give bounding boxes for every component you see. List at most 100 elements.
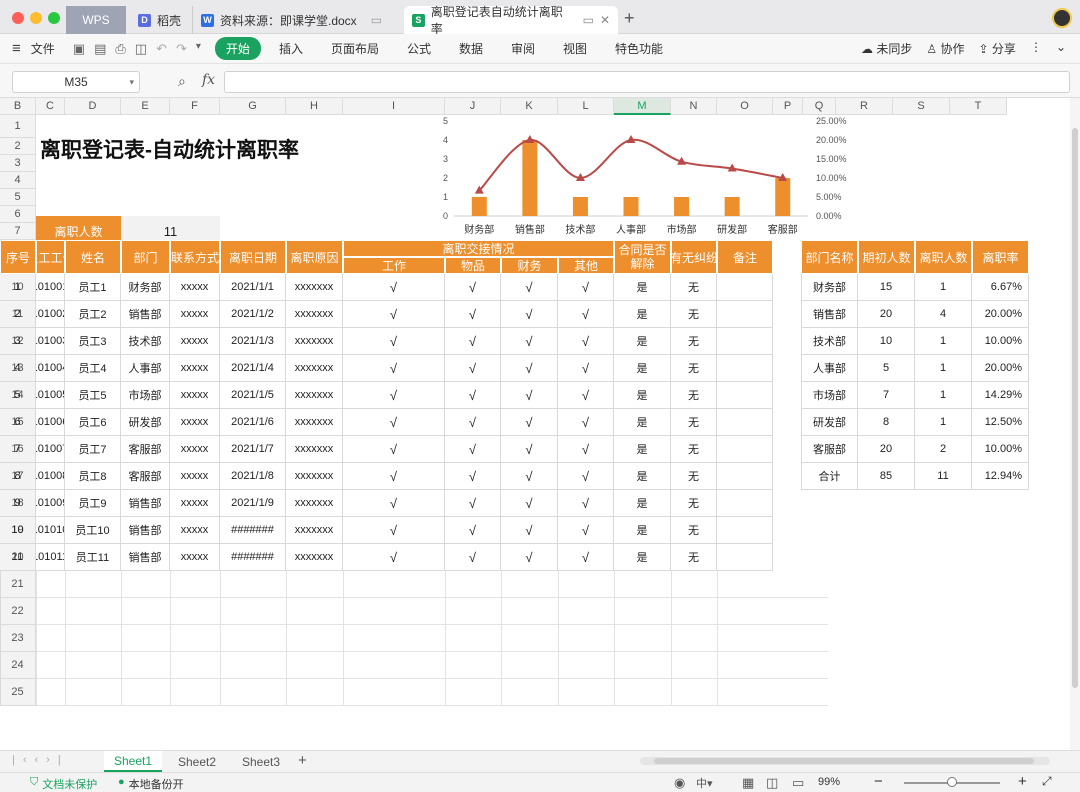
ribbon-tab-1[interactable]: 页面布局	[317, 40, 393, 57]
ribbon-tab-5[interactable]: 视图	[549, 40, 601, 57]
avatar[interactable]	[1052, 8, 1072, 28]
table-cell[interactable]: xxxxx	[170, 490, 220, 517]
column-header-F[interactable]: F	[170, 98, 220, 115]
summary-cell[interactable]: 20	[858, 436, 915, 463]
table-cell[interactable]: xxxxxxx	[286, 517, 343, 544]
table-cell[interactable]: √	[445, 490, 501, 517]
tab-docx[interactable]: W 资料来源：即课学堂.docx ▭	[192, 6, 402, 34]
row-header-21[interactable]: 21	[0, 571, 36, 598]
table-cell[interactable]: xxxxxxx	[286, 463, 343, 490]
table-cell[interactable]: 无	[671, 274, 717, 301]
zoom-in-icon[interactable]: +	[1018, 773, 1027, 790]
table-cell[interactable]: 无	[671, 463, 717, 490]
minimize-window-button[interactable]	[30, 12, 42, 24]
table-cell[interactable]: 2021/1/4	[220, 355, 286, 382]
table-cell[interactable]: xxxxxxx	[286, 409, 343, 436]
summary-cell[interactable]: 1	[915, 355, 972, 382]
share-button[interactable]: ⇪ 分享	[979, 40, 1016, 57]
table-cell[interactable]	[717, 355, 773, 382]
table-cell[interactable]: 无	[671, 490, 717, 517]
scroll-thumb[interactable]	[654, 758, 1034, 764]
tab-wps[interactable]: WPS	[66, 6, 126, 34]
table-cell[interactable]: 1	[0, 274, 36, 301]
table-cell[interactable]: 是	[614, 274, 671, 301]
table-cell[interactable]: 8	[0, 463, 36, 490]
table-cell[interactable]: √	[558, 490, 614, 517]
table-cell[interactable]	[717, 490, 773, 517]
table-cell[interactable]: √	[501, 382, 558, 409]
summary-cell[interactable]: 1	[915, 274, 972, 301]
summary-cell[interactable]: 12.50%	[972, 409, 1029, 436]
undo-icon[interactable]: ↶	[156, 41, 167, 57]
table-cell[interactable]: 市场部	[121, 382, 170, 409]
table-cell[interactable]: xxxxxxx	[286, 436, 343, 463]
table-cell[interactable]: √	[445, 463, 501, 490]
table-cell[interactable]: 101002	[36, 301, 65, 328]
table-cell[interactable]: √	[445, 382, 501, 409]
table-cell[interactable]: 2021/1/6	[220, 409, 286, 436]
row-header-4[interactable]: 4	[0, 172, 36, 189]
table-cell[interactable]: 101006	[36, 409, 65, 436]
page-view-icon[interactable]: ◫	[766, 775, 778, 791]
row-header-2[interactable]: 2	[0, 138, 36, 155]
table-cell[interactable]: #######	[220, 517, 286, 544]
summary-cell[interactable]: 市场部	[801, 382, 858, 409]
normal-view-icon[interactable]: ▦	[742, 775, 754, 791]
summary-cell[interactable]: 10	[858, 328, 915, 355]
row-header-6[interactable]: 6	[0, 206, 36, 223]
close-tab-icon[interactable]: ✕	[600, 13, 610, 27]
table-cell[interactable]: √	[558, 409, 614, 436]
fullscreen-icon[interactable]: ⤢	[1042, 774, 1052, 789]
table-cell[interactable]: 2021/1/5	[220, 382, 286, 409]
table-cell[interactable]: xxxxx	[170, 301, 220, 328]
summary-cell[interactable]: 合计	[801, 463, 858, 490]
table-cell[interactable]: √	[343, 301, 445, 328]
hamburger-icon[interactable]: ≡	[12, 40, 21, 57]
table-cell[interactable]: 员工7	[65, 436, 121, 463]
summary-cell[interactable]: 1	[915, 328, 972, 355]
table-cell[interactable]	[717, 544, 773, 571]
summary-cell[interactable]: 20	[858, 301, 915, 328]
zoom-slider-handle[interactable]	[947, 777, 957, 787]
table-cell[interactable]: √	[558, 328, 614, 355]
table-cell[interactable]: √	[445, 274, 501, 301]
file-menu[interactable]: 文件	[21, 40, 69, 57]
table-cell[interactable]: 无	[671, 301, 717, 328]
table-cell[interactable]: √	[445, 328, 501, 355]
table-cell[interactable]: √	[558, 382, 614, 409]
table-cell[interactable]: 是	[614, 301, 671, 328]
table-cell[interactable]: 2021/1/2	[220, 301, 286, 328]
table-cell[interactable]: √	[445, 409, 501, 436]
table-cell[interactable]: √	[558, 355, 614, 382]
preview-icon[interactable]: ◫	[135, 41, 147, 57]
table-cell[interactable]: 2021/1/7	[220, 436, 286, 463]
table-cell[interactable]: √	[343, 517, 445, 544]
sheet-tab-2[interactable]: Sheet2	[168, 751, 226, 772]
row-header-23[interactable]: 23	[0, 625, 36, 652]
table-cell[interactable]: 2021/1/9	[220, 490, 286, 517]
summary-cell[interactable]: 10.00%	[972, 328, 1029, 355]
table-cell[interactable]	[717, 274, 773, 301]
table-cell[interactable]: 无	[671, 409, 717, 436]
table-cell[interactable]: 无	[671, 544, 717, 571]
table-cell[interactable]: √	[343, 490, 445, 517]
summary-cell[interactable]: 8	[858, 409, 915, 436]
table-cell[interactable]: √	[501, 517, 558, 544]
table-cell[interactable]: 2	[0, 301, 36, 328]
input-method-icon[interactable]: 中▾	[696, 775, 713, 791]
table-cell[interactable]: xxxxx	[170, 274, 220, 301]
table-cell[interactable]: 客服部	[121, 463, 170, 490]
table-cell[interactable]: √	[343, 409, 445, 436]
summary-cell[interactable]: 6.67%	[972, 274, 1029, 301]
table-cell[interactable]: 员工4	[65, 355, 121, 382]
table-cell[interactable]: 2021/1/1	[220, 274, 286, 301]
table-cell[interactable]: √	[558, 274, 614, 301]
column-header-G[interactable]: G	[220, 98, 286, 115]
table-cell[interactable]: √	[558, 436, 614, 463]
summary-cell[interactable]: 人事部	[801, 355, 858, 382]
table-cell[interactable]: xxxxxxx	[286, 355, 343, 382]
table-cell[interactable]: 是	[614, 517, 671, 544]
table-cell[interactable]	[717, 463, 773, 490]
column-header-H[interactable]: H	[286, 98, 343, 115]
summary-cell[interactable]: 销售部	[801, 301, 858, 328]
